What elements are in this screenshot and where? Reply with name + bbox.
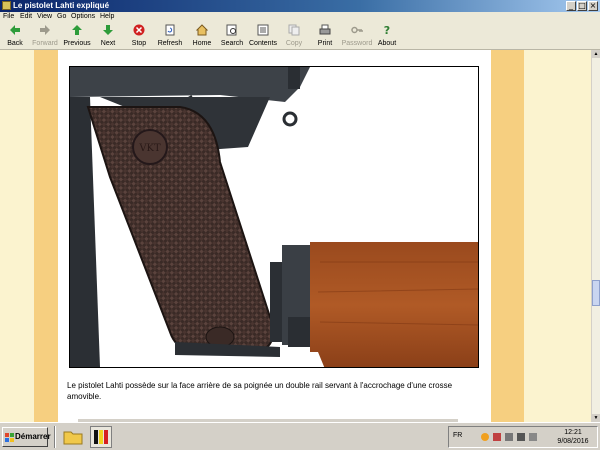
next-label: Next <box>100 40 116 47</box>
refresh-button[interactable]: Refresh <box>156 24 184 49</box>
forward-arrow-icon <box>40 25 50 35</box>
menu-file[interactable]: File <box>3 12 14 22</box>
stop-button[interactable]: Stop <box>128 24 150 49</box>
maximize-button[interactable]: □ <box>577 1 587 11</box>
menu-go[interactable]: Go <box>57 12 66 22</box>
print-button[interactable]: Print <box>315 24 335 49</box>
copy-button[interactable]: Copy <box>285 24 303 49</box>
help-viewer-icon <box>94 430 108 444</box>
search-button[interactable]: Search <box>220 24 244 49</box>
content-area: VKT Le pistolet Lahti possède sur la fac… <box>0 50 591 422</box>
folder-icon <box>63 431 83 445</box>
print-label: Print <box>317 40 333 47</box>
contents-button[interactable]: Contents <box>249 24 277 49</box>
volume-icon[interactable] <box>529 433 537 441</box>
close-button[interactable]: × <box>588 1 598 11</box>
taskbar: Démarrer FR 12:21 9/08/2016 <box>0 422 600 450</box>
window-title: Le pistolet Lahti expliqué <box>13 1 110 10</box>
menu-edit[interactable]: Edit <box>20 12 32 22</box>
question-icon: ? <box>384 24 390 36</box>
start-label: Démarrer <box>15 432 51 441</box>
photo-caption: Le pistolet Lahti possède sur la face ar… <box>67 381 453 401</box>
contents-icon <box>257 24 269 36</box>
power-icon[interactable] <box>505 433 513 441</box>
back-button[interactable]: Back <box>2 24 28 49</box>
about-label: About <box>377 40 397 47</box>
system-tray: FR 12:21 9/08/2016 <box>448 426 598 448</box>
copy-label: Copy <box>285 40 303 47</box>
pistol-photo: VKT <box>69 66 479 368</box>
back-arrow-icon <box>10 25 20 35</box>
start-button[interactable]: Démarrer <box>2 427 51 447</box>
vertical-scrollbar[interactable]: ▲ ▼ <box>591 50 600 422</box>
update-icon[interactable] <box>481 433 489 441</box>
grip-emblem-text: VKT <box>138 143 161 154</box>
menu-help[interactable]: Help <box>100 12 114 22</box>
network-icon[interactable] <box>517 433 525 441</box>
down-arrow-icon <box>103 25 113 35</box>
clock-date: 9/08/2016 <box>557 438 589 445</box>
clock-time: 12:21 <box>564 429 582 436</box>
home-icon <box>196 24 208 36</box>
minimize-button[interactable]: _ <box>566 1 576 11</box>
svg-text:?: ? <box>384 24 390 36</box>
left-decorative-band <box>34 50 58 422</box>
stop-icon <box>133 24 145 36</box>
menu-bar: File Edit View Go Options Help <box>0 12 600 22</box>
menu-view[interactable]: View <box>37 12 52 22</box>
scroll-down-arrow-icon[interactable]: ▼ <box>592 414 600 422</box>
up-arrow-icon <box>72 25 82 35</box>
flag-icon[interactable] <box>493 433 501 441</box>
refresh-icon <box>165 24 175 36</box>
about-button[interactable]: ? About <box>377 24 397 49</box>
search-icon <box>226 24 237 36</box>
printer-icon <box>319 24 331 35</box>
toolbar: Back Forward Previous Next Stop Refresh … <box>0 22 600 50</box>
password-button[interactable]: Password <box>340 24 374 49</box>
right-decorative-band <box>491 50 524 422</box>
clock[interactable]: 12:21 9/08/2016 <box>549 428 597 446</box>
windows-flag-icon <box>5 433 14 442</box>
search-label: Search <box>220 40 244 47</box>
scrollbar-thumb[interactable] <box>592 280 600 306</box>
taskbar-separator <box>54 426 56 448</box>
home-button[interactable]: Home <box>191 24 213 49</box>
key-icon <box>351 26 363 34</box>
page-column: VKT Le pistolet Lahti possède sur la fac… <box>58 50 491 422</box>
stop-label: Stop <box>131 40 147 47</box>
home-label: Home <box>192 40 212 47</box>
previous-button[interactable]: Previous <box>63 24 91 49</box>
refresh-label: Refresh <box>157 40 183 47</box>
help-viewer-task-button[interactable] <box>90 426 112 448</box>
previous-label: Previous <box>63 40 91 47</box>
menu-options[interactable]: Options <box>71 12 95 22</box>
copy-icon <box>288 24 300 36</box>
explorer-task-button[interactable] <box>62 426 84 448</box>
forward-label: Forward <box>32 40 58 47</box>
window-title-bar[interactable]: Le pistolet Lahti expliqué _ □ × <box>0 0 600 12</box>
app-icon <box>2 1 11 10</box>
language-indicator[interactable]: FR <box>453 432 462 439</box>
forward-button[interactable]: Forward <box>30 24 60 49</box>
next-button[interactable]: Next <box>96 24 120 49</box>
back-label: Back <box>7 40 23 47</box>
password-label: Password <box>341 40 373 47</box>
pistol-grip-illustration: VKT <box>70 67 478 367</box>
contents-label: Contents <box>249 40 278 47</box>
scroll-up-arrow-icon[interactable]: ▲ <box>592 50 600 58</box>
